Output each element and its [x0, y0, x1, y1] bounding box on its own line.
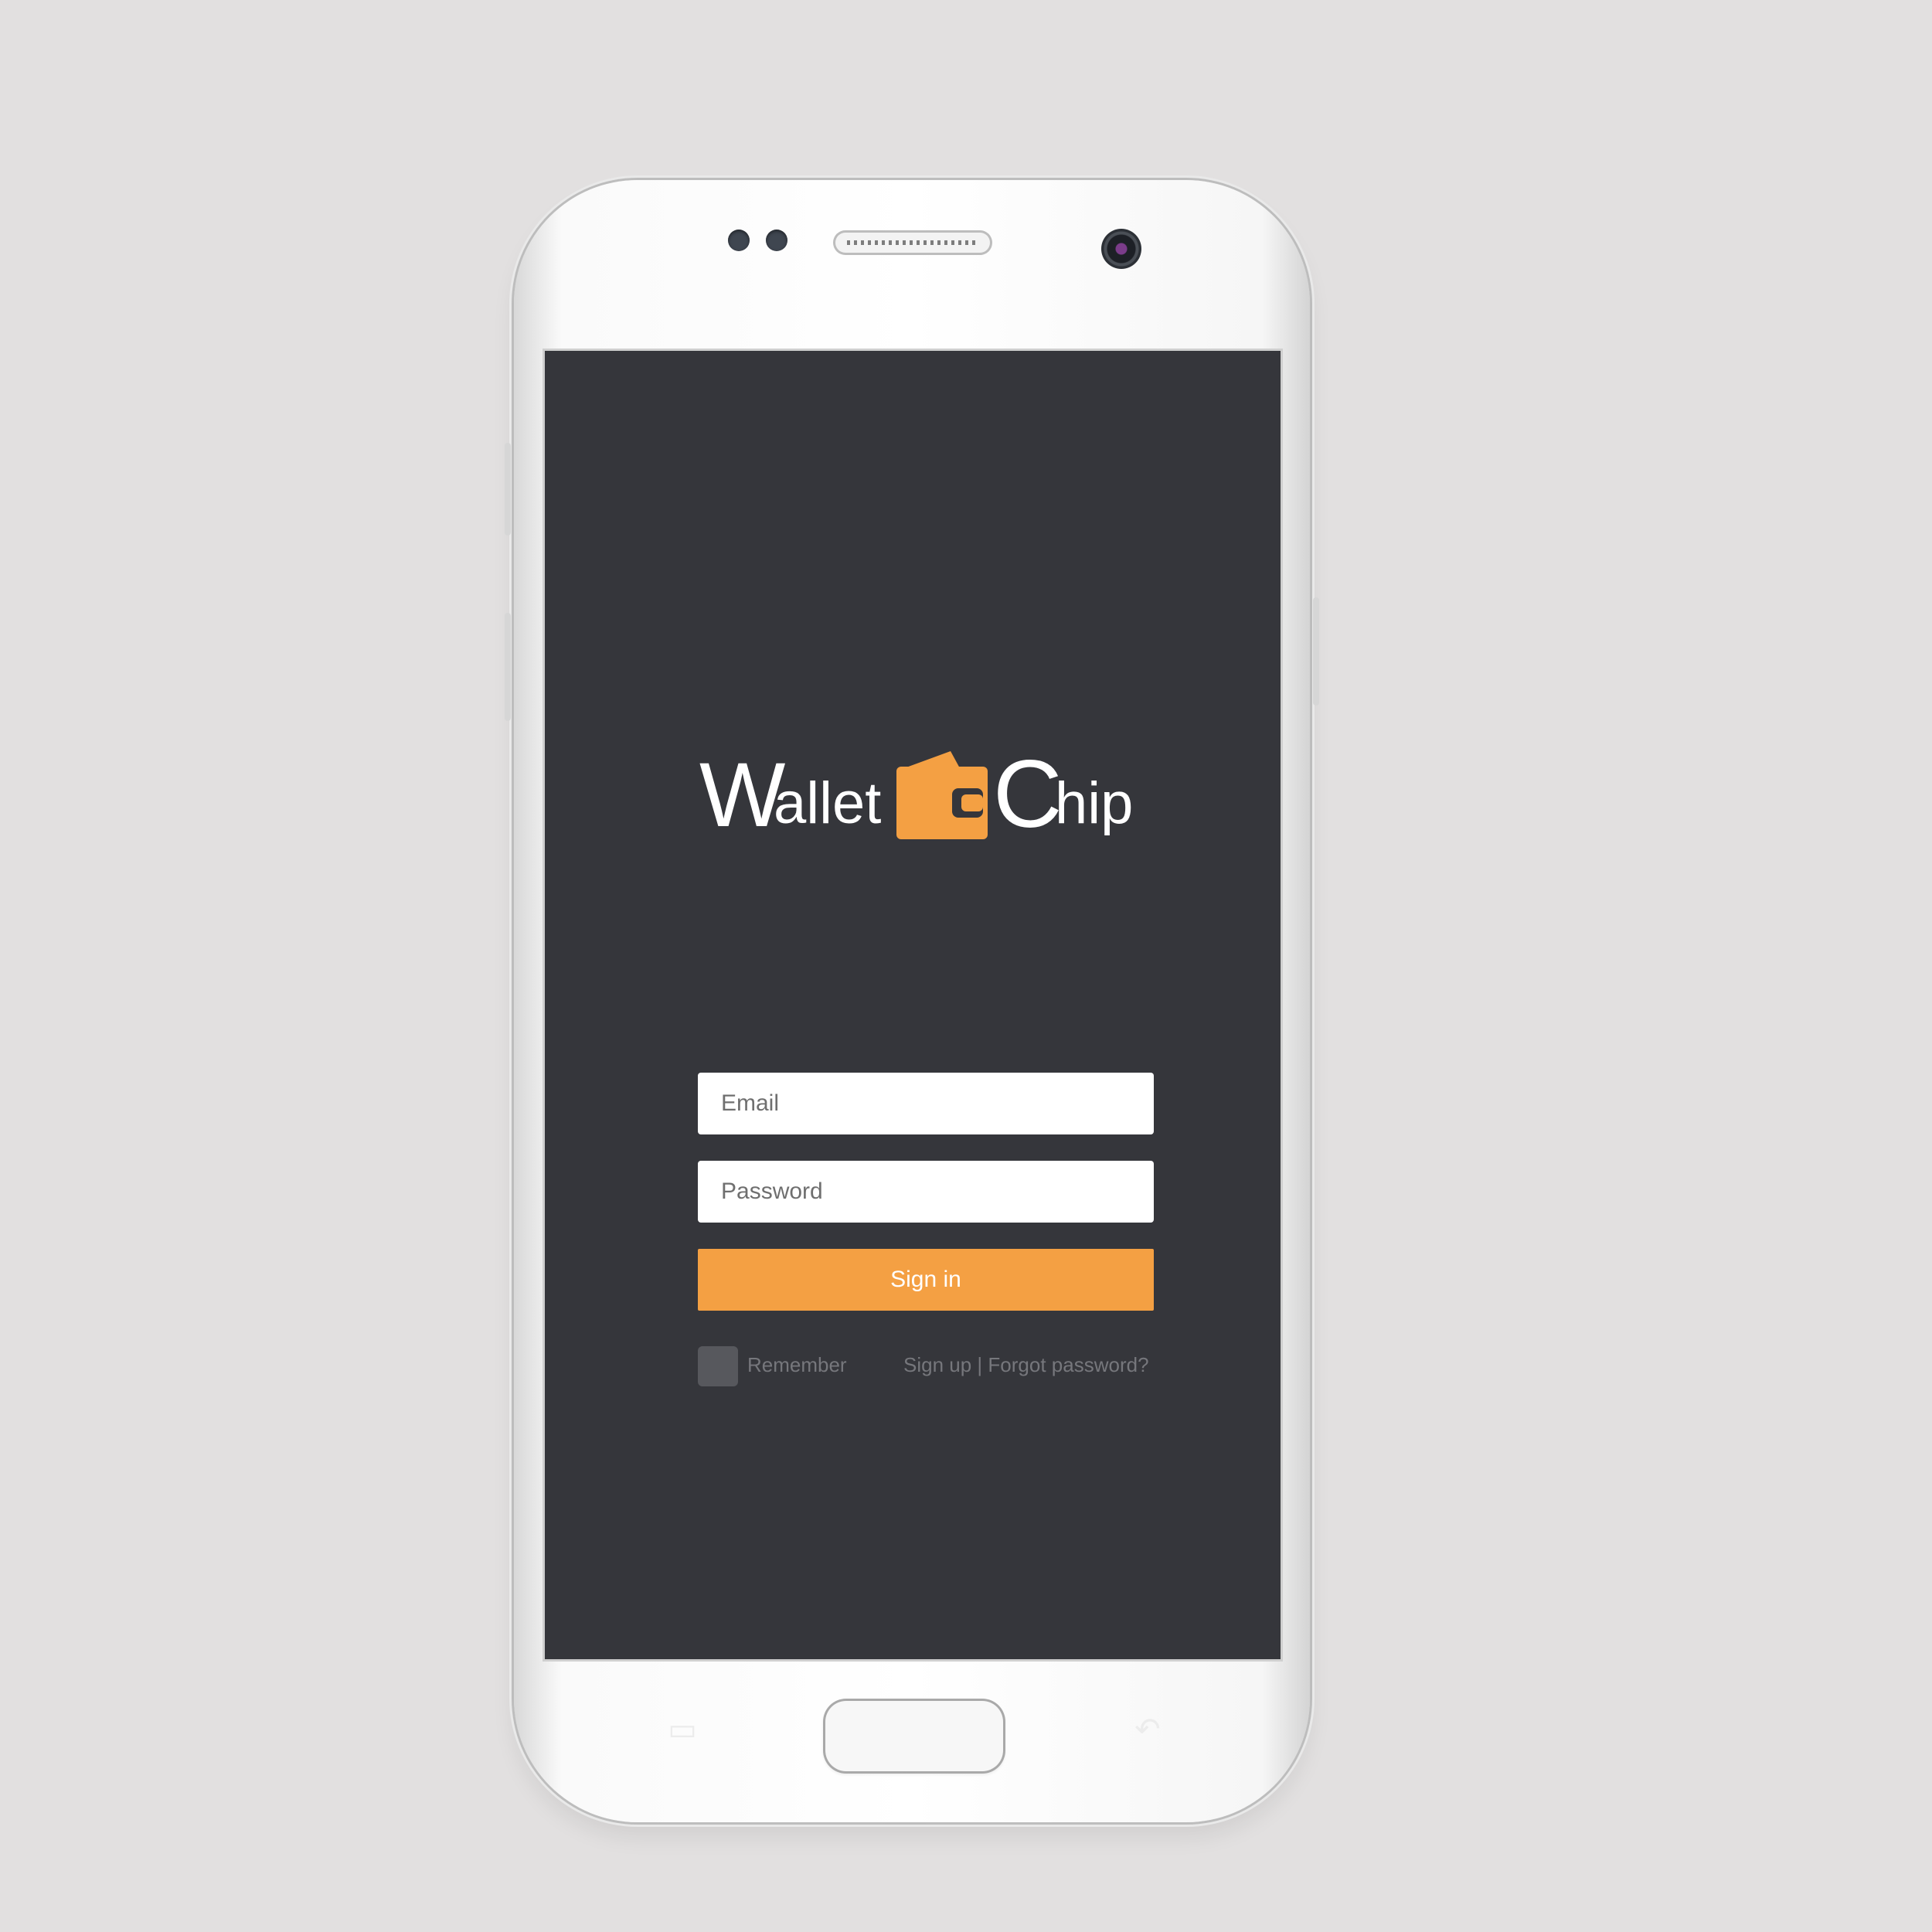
- remember-label: Remember: [747, 1353, 847, 1376]
- volume-up-button: [505, 443, 511, 536]
- forgot-password-link[interactable]: Forgot password?: [988, 1353, 1148, 1376]
- wallet-icon: [896, 751, 988, 839]
- page-background: W allet C hip Sign in Remember Sign up |: [0, 0, 1932, 1932]
- remember-checkbox[interactable]: [698, 1346, 738, 1386]
- volume-down-button: [505, 613, 511, 721]
- email-field[interactable]: [698, 1073, 1154, 1134]
- earpiece-speaker: [833, 230, 992, 255]
- sensor-dot-left: [728, 230, 750, 251]
- sensor-dot-right: [766, 230, 787, 251]
- power-button: [1313, 597, 1319, 706]
- sign-in-button[interactable]: Sign in: [698, 1249, 1154, 1311]
- home-button[interactable]: [823, 1699, 1005, 1774]
- logo-text-hip: hip: [1055, 770, 1134, 836]
- back-icon[interactable]: ↶: [1124, 1710, 1171, 1749]
- wallet-chip-logo: W allet C hip: [699, 741, 1134, 848]
- logo-letter-c: C: [993, 741, 1063, 848]
- phone-device: W allet C hip Sign in Remember Sign up |: [505, 180, 1319, 1822]
- sign-up-link[interactable]: Sign up: [903, 1353, 971, 1376]
- password-field[interactable]: [698, 1161, 1154, 1223]
- logo-text-allet: allet: [774, 770, 882, 836]
- account-links: Sign up | Forgot password?: [903, 1353, 1149, 1377]
- app-screen: W allet C hip Sign in Remember Sign up |: [543, 349, 1283, 1662]
- recent-apps-icon[interactable]: ▭: [659, 1710, 706, 1749]
- front-camera: [1101, 229, 1141, 269]
- links-separator: |: [977, 1353, 983, 1376]
- logo-letter-w: W: [699, 744, 786, 846]
